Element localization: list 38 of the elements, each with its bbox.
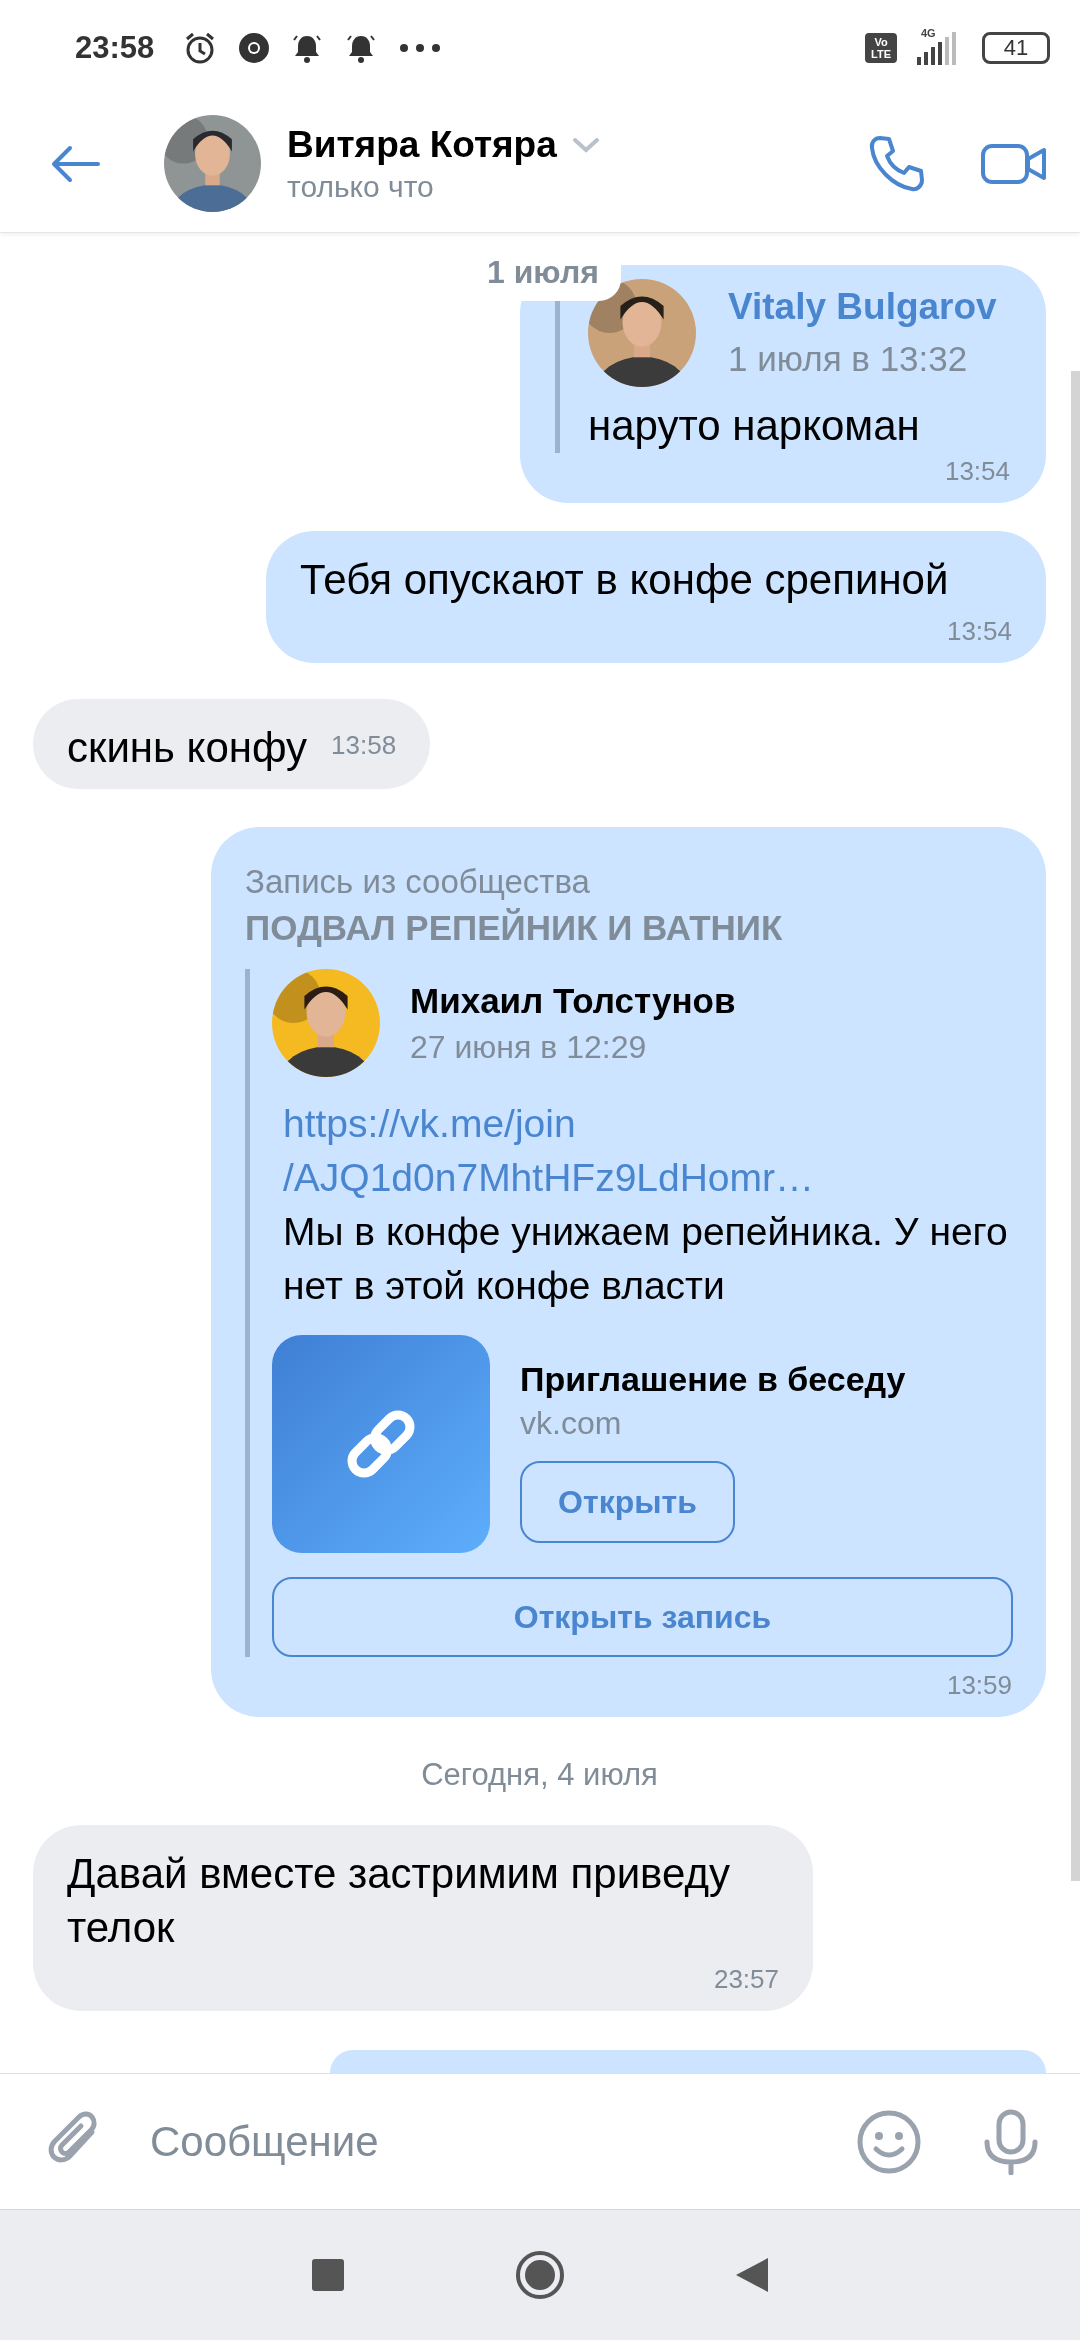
link-preview-title: Приглашение в беседу [520, 1359, 906, 1400]
community-name[interactable]: ПОДВАЛ РЕПЕЙНИК И ВАТНИК [245, 905, 1012, 951]
message-time: 13:59 [945, 1669, 1012, 1702]
volte-badge: Vo LTE [865, 32, 897, 63]
post-author[interactable]: Михаил Толстунов [410, 977, 736, 1025]
open-button[interactable]: Открыть [520, 1461, 735, 1543]
message-text: скинь конфу [67, 723, 308, 773]
battery-indicator: 41 [982, 31, 1050, 64]
phone-icon[interactable] [868, 134, 924, 193]
more-icon [398, 41, 443, 54]
message-time: 13:54 [943, 455, 1010, 488]
emoji-icon[interactable] [856, 2108, 922, 2175]
reply-author[interactable]: Vitaly Bulgarov [728, 281, 997, 333]
reply-date: 1 июля в 13:32 [728, 338, 969, 380]
scrollbar[interactable] [1071, 371, 1080, 1881]
message-text: наруто наркоман [588, 401, 921, 451]
message-text: Давай вместе застримим приведу телок [67, 1849, 731, 1953]
message-time: 13:58 [331, 729, 397, 762]
post-text: Мы в конфе унижаем репейника. У него нет в этой конфе власти [283, 1209, 1009, 1309]
contact-status: только что [287, 169, 435, 204]
post-date: 27 июня в 12:29 [410, 1028, 648, 1067]
post-link[interactable]: /AJQ1d0n7MhtHFz9LdHomr… [283, 1151, 1012, 1205]
microphone-icon[interactable] [982, 2108, 1040, 2175]
post-source-label: Запись из сообщества [245, 862, 591, 902]
message-text: Тебя опускают в конфе срепиной [300, 555, 949, 605]
contact-name: Витяра Котяра [287, 123, 557, 166]
link-preview-domain: vk.com [520, 1404, 623, 1443]
square-icon[interactable] [311, 2258, 345, 2292]
back-icon[interactable] [50, 143, 100, 184]
status-time: 23:58 [75, 29, 155, 66]
message-time: 13:54 [946, 615, 1012, 648]
post-link[interactable]: https://vk.me/join [283, 1097, 1012, 1151]
home-icon[interactable] [515, 2250, 565, 2300]
message-input[interactable]: Сообщение [148, 2116, 816, 2167]
back-triangle-icon[interactable] [735, 2257, 769, 2293]
open-post-button[interactable]: Открыть запись [272, 1577, 1013, 1657]
message-time: 23:57 [713, 1963, 779, 1996]
date-separator: Сегодня, 4 июля [421, 1757, 658, 1793]
